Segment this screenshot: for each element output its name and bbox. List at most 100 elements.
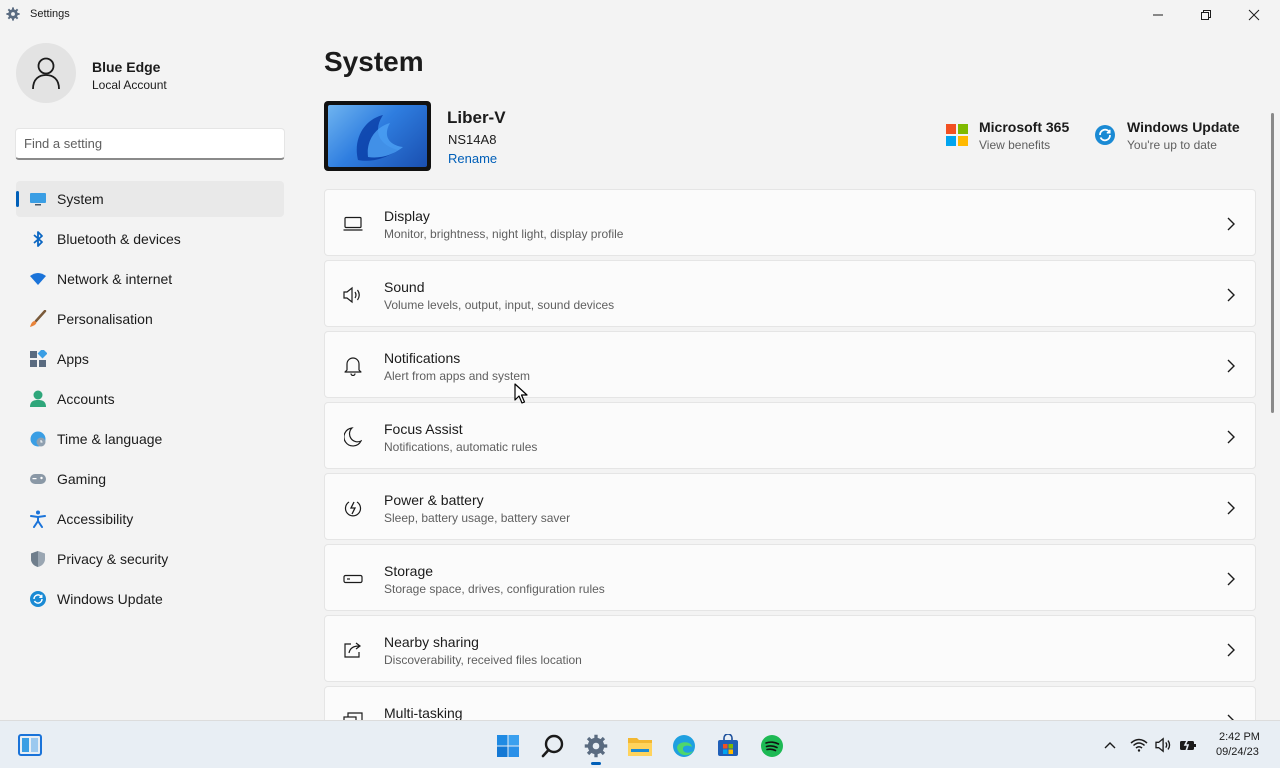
windows-update-title: Windows Update	[1127, 119, 1240, 135]
card-description: Monitor, brightness, night light, displa…	[384, 227, 624, 241]
network-tray-button[interactable]	[1130, 736, 1148, 754]
search-button[interactable]	[540, 733, 566, 759]
microsoft-store-button[interactable]	[715, 733, 741, 759]
sidebar-item-label: Accessibility	[57, 511, 134, 527]
restore-icon	[1201, 10, 1211, 20]
monitor-icon	[29, 190, 47, 208]
search-icon	[541, 734, 564, 758]
brush-icon	[29, 310, 47, 328]
display-icon	[343, 214, 363, 234]
multitasking-card[interactable]: Multi-tasking	[324, 686, 1256, 720]
taskbar-settings-button[interactable]	[583, 733, 609, 765]
sidebar-item-label: Bluetooth & devices	[57, 231, 181, 247]
card-title: Power & battery	[384, 492, 484, 508]
spotify-button[interactable]	[759, 733, 785, 759]
minimize-icon	[1153, 14, 1163, 16]
card-description: Discoverability, received files location	[384, 653, 582, 667]
sidebar-item-label: Windows Update	[57, 591, 163, 607]
battery-charging-icon	[1180, 738, 1196, 752]
storage-card[interactable]: Storage Storage space, drives, configura…	[324, 544, 1256, 611]
share-icon	[343, 640, 363, 660]
card-title: Storage	[384, 563, 434, 579]
speaker-icon	[1155, 737, 1171, 753]
file-explorer-button[interactable]	[627, 733, 653, 759]
sidebar-item-label: Network & internet	[57, 271, 173, 287]
sidebar-item-time-language[interactable]: Time & language	[16, 421, 284, 457]
chevron-right-icon	[1227, 359, 1235, 373]
chevron-right-icon	[1227, 217, 1235, 231]
microsoft365-link[interactable]: Microsoft 365 View benefits	[946, 118, 1069, 152]
notifications-card[interactable]: Notifications Alert from apps and system	[324, 331, 1256, 398]
scrollbar[interactable]	[1271, 113, 1274, 413]
sidebar-item-apps[interactable]: Apps	[16, 341, 284, 377]
sidebar-item-label: Gaming	[57, 471, 107, 487]
microsoft-logo-icon	[946, 124, 968, 146]
wifi-icon	[1130, 738, 1148, 752]
rename-link[interactable]: Rename	[448, 151, 497, 166]
user-avatar-icon	[32, 57, 60, 90]
card-title: Multi-tasking	[384, 705, 463, 720]
taskbar-date[interactable]: 09/24/23	[1216, 746, 1259, 758]
card-title: Notifications	[384, 350, 461, 366]
edge-browser-button[interactable]	[671, 733, 697, 759]
nearby-sharing-card[interactable]: Nearby sharing Discoverability, received…	[324, 615, 1256, 682]
focus-assist-card[interactable]: Focus Assist Notifications, automatic ru…	[324, 402, 1256, 469]
search-input[interactable]	[15, 128, 285, 160]
avatar[interactable]	[16, 43, 76, 103]
card-description: Volume levels, output, input, sound devi…	[384, 298, 615, 312]
sidebar-item-accounts[interactable]: Accounts	[16, 381, 284, 417]
volume-tray-button[interactable]	[1155, 736, 1173, 754]
sidebar-item-network[interactable]: Network & internet	[16, 261, 284, 297]
close-button[interactable]	[1230, 0, 1278, 30]
windows-logo-icon	[497, 735, 519, 757]
chevron-right-icon	[1227, 288, 1235, 302]
wifi-icon	[29, 270, 47, 288]
sidebar-item-accessibility[interactable]: Accessibility	[16, 501, 284, 537]
settings-gear-icon	[6, 7, 20, 21]
card-title: Nearby sharing	[384, 634, 479, 650]
account-type: Local Account	[92, 78, 167, 92]
sidebar-item-bluetooth[interactable]: Bluetooth & devices	[16, 221, 284, 257]
card-title: Display	[384, 208, 430, 224]
close-icon	[1248, 9, 1260, 21]
sidebar-item-label: Accounts	[57, 391, 115, 407]
apps-icon	[29, 350, 47, 368]
power-battery-card[interactable]: Power & battery Sleep, battery usage, ba…	[324, 473, 1256, 540]
device-name: Liber-V	[447, 108, 506, 127]
title-bar: Settings	[0, 0, 1280, 30]
folder-icon	[628, 738, 652, 756]
speaker-icon	[343, 285, 363, 305]
sidebar-item-system[interactable]: System	[16, 181, 284, 217]
sidebar-nav: System Bluetooth & devices Network & int…	[16, 181, 284, 621]
store-icon	[718, 734, 738, 756]
gamepad-icon	[29, 470, 47, 488]
display-card[interactable]: Display Monitor, brightness, night light…	[324, 189, 1256, 256]
show-hidden-icons-button[interactable]	[1101, 736, 1119, 754]
page-title: System	[324, 46, 424, 77]
globe-clock-icon	[29, 430, 47, 448]
microsoft365-subtitle: View benefits	[979, 138, 1051, 152]
accessibility-icon	[29, 510, 47, 528]
taskbar	[0, 720, 1280, 768]
restore-button[interactable]	[1182, 0, 1230, 30]
storage-icon	[343, 569, 363, 589]
bell-icon	[343, 356, 363, 376]
card-description: Alert from apps and system	[384, 369, 531, 383]
microsoft365-title: Microsoft 365	[979, 119, 1070, 135]
sidebar-item-windows-update[interactable]: Windows Update	[16, 581, 284, 617]
battery-tray-button[interactable]	[1179, 736, 1197, 754]
start-button[interactable]	[495, 733, 521, 759]
sidebar-item-personalisation[interactable]: Personalisation	[16, 301, 284, 337]
sound-card[interactable]: Sound Volume levels, output, input, soun…	[324, 260, 1256, 327]
settings-list: Display Monitor, brightness, night light…	[324, 189, 1256, 720]
sidebar-item-gaming[interactable]: Gaming	[16, 461, 284, 497]
sidebar-item-label: Privacy & security	[57, 551, 169, 567]
taskbar-time[interactable]: 2:42 PM	[1219, 731, 1260, 743]
moon-icon	[343, 427, 363, 447]
windows-update-link[interactable]: Windows Update You're up to date	[1094, 118, 1240, 152]
multitask-icon	[343, 711, 363, 720]
minimize-button[interactable]	[1134, 0, 1182, 30]
wallpaper-image	[328, 105, 427, 167]
widgets-icon[interactable]	[18, 734, 42, 756]
sidebar-item-privacy[interactable]: Privacy & security	[16, 541, 284, 577]
